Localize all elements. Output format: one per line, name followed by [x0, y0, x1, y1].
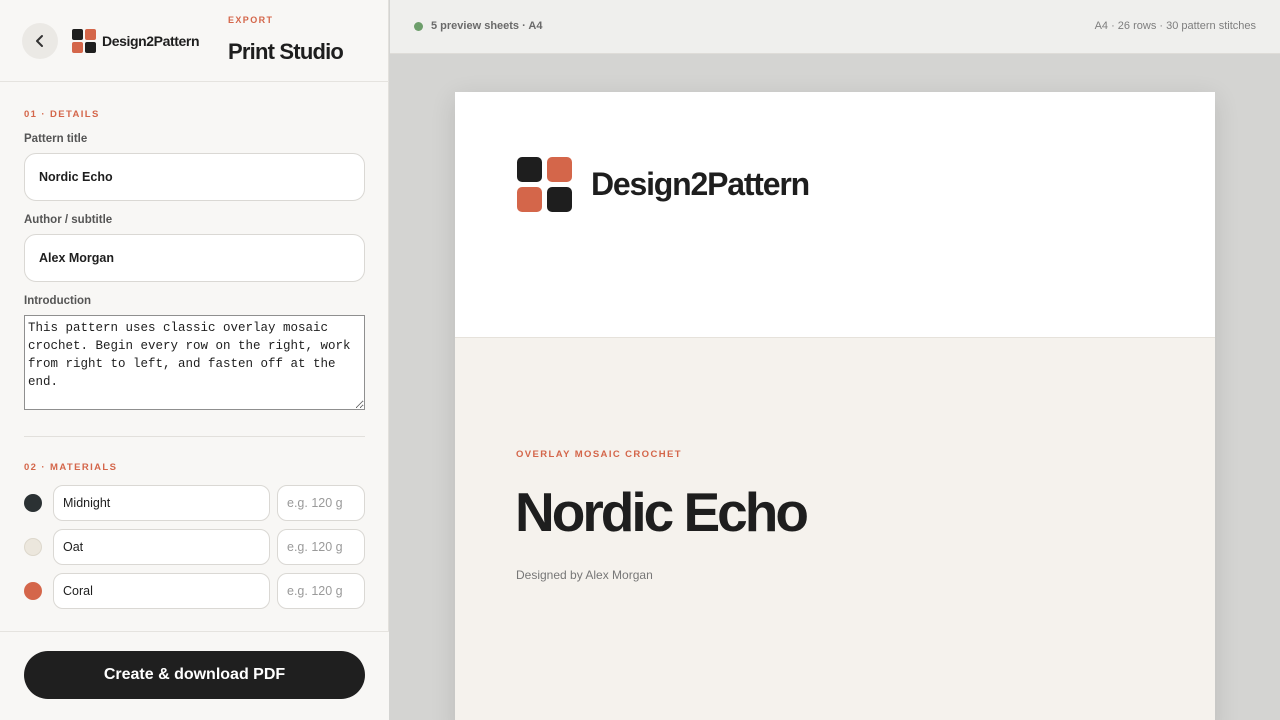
pattern-title-input[interactable] [24, 153, 365, 201]
sheet-header: Design2Pattern [455, 92, 1215, 338]
materials-section-label: 02 · MATERIALS [24, 462, 118, 473]
sheet-eyebrow: OVERLAY MOSAIC CROCHET [516, 449, 682, 460]
brand-logo-icon [72, 29, 96, 53]
sheet-byline: Designed by Alex Morgan [516, 568, 653, 582]
material-row [24, 573, 365, 609]
material-weight-input[interactable] [277, 529, 365, 565]
status-dot-icon [414, 22, 423, 31]
author-input[interactable] [24, 234, 365, 282]
sheet-brand: Design2Pattern [517, 157, 810, 212]
chevron-left-icon [36, 35, 43, 47]
panel-header: Design2Pattern EXPORT Print Studio [0, 0, 389, 82]
brand-name: Design2Pattern [102, 33, 200, 49]
sheet-brand-name: Design2Pattern [591, 166, 810, 202]
color-swatch[interactable] [24, 538, 42, 556]
back-button[interactable] [22, 23, 58, 59]
page-title: Print Studio [228, 39, 344, 64]
material-weight-input[interactable] [277, 573, 365, 609]
brand-logo-icon [517, 157, 572, 212]
brand: Design2Pattern [72, 29, 200, 53]
color-swatch[interactable] [24, 582, 42, 600]
sheet-title: Nordic Echo [515, 481, 809, 543]
pattern-title-label: Pattern title [24, 133, 88, 145]
preview-meta: A4 · 26 rows · 30 pattern stitches [1094, 20, 1256, 32]
introduction-label: Introduction [24, 295, 92, 307]
material-name-input[interactable] [53, 573, 270, 609]
material-row [24, 529, 365, 565]
color-swatch[interactable] [24, 494, 42, 512]
panel-footer: Create & download PDF [0, 631, 389, 720]
material-name-input[interactable] [53, 529, 270, 565]
material-row [24, 485, 365, 521]
introduction-textarea[interactable]: This pattern uses classic overlay mosaic… [24, 315, 365, 410]
preview-toolbar: 5 preview sheets · A4 A4 · 26 rows · 30 … [390, 0, 1280, 54]
preview-sheet: Design2Pattern OVERLAY MOSAIC CROCHET No… [455, 92, 1215, 720]
author-label: Author / subtitle [24, 214, 113, 226]
header-eyebrow: EXPORT [228, 15, 274, 25]
material-weight-input[interactable] [277, 485, 365, 521]
material-name-input[interactable] [53, 485, 270, 521]
editor-panel: Design2Pattern EXPORT Print Studio 01 · … [0, 0, 389, 720]
preview-status: 5 preview sheets · A4 [431, 20, 543, 32]
create-download-pdf-button[interactable]: Create & download PDF [24, 651, 365, 699]
section-divider [24, 436, 365, 437]
details-section-label: 01 · DETAILS [24, 109, 100, 120]
